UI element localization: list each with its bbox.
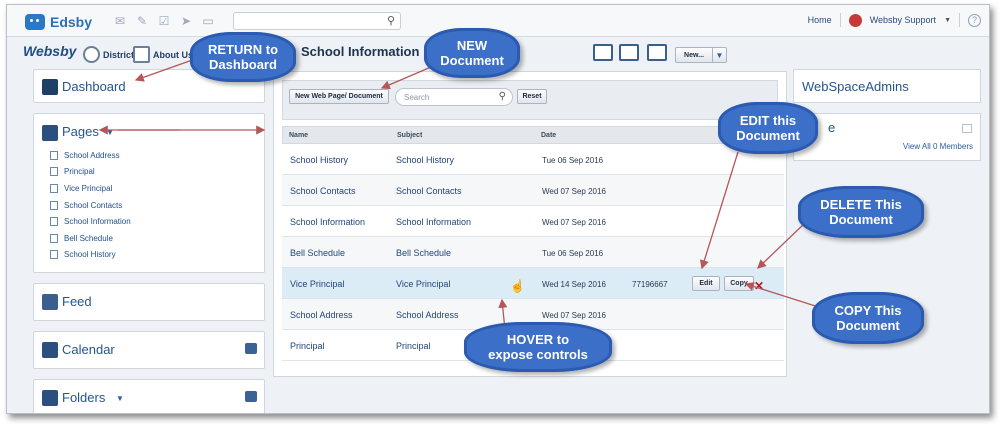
callout-delete-document: DELETE This Document (798, 186, 924, 238)
callout-copy-document: COPY This Document (812, 292, 924, 344)
callout-hover-controls: HOVER to expose controls (464, 322, 612, 372)
arrow-return (134, 57, 199, 82)
arrow-delete (757, 221, 807, 269)
callout-return-dashboard: RETURN to Dashboard (190, 32, 296, 82)
callout-edit-document: EDIT this Document (718, 102, 818, 154)
callout-new-document: NEW Document (424, 28, 520, 78)
arrow-edit (699, 151, 739, 270)
